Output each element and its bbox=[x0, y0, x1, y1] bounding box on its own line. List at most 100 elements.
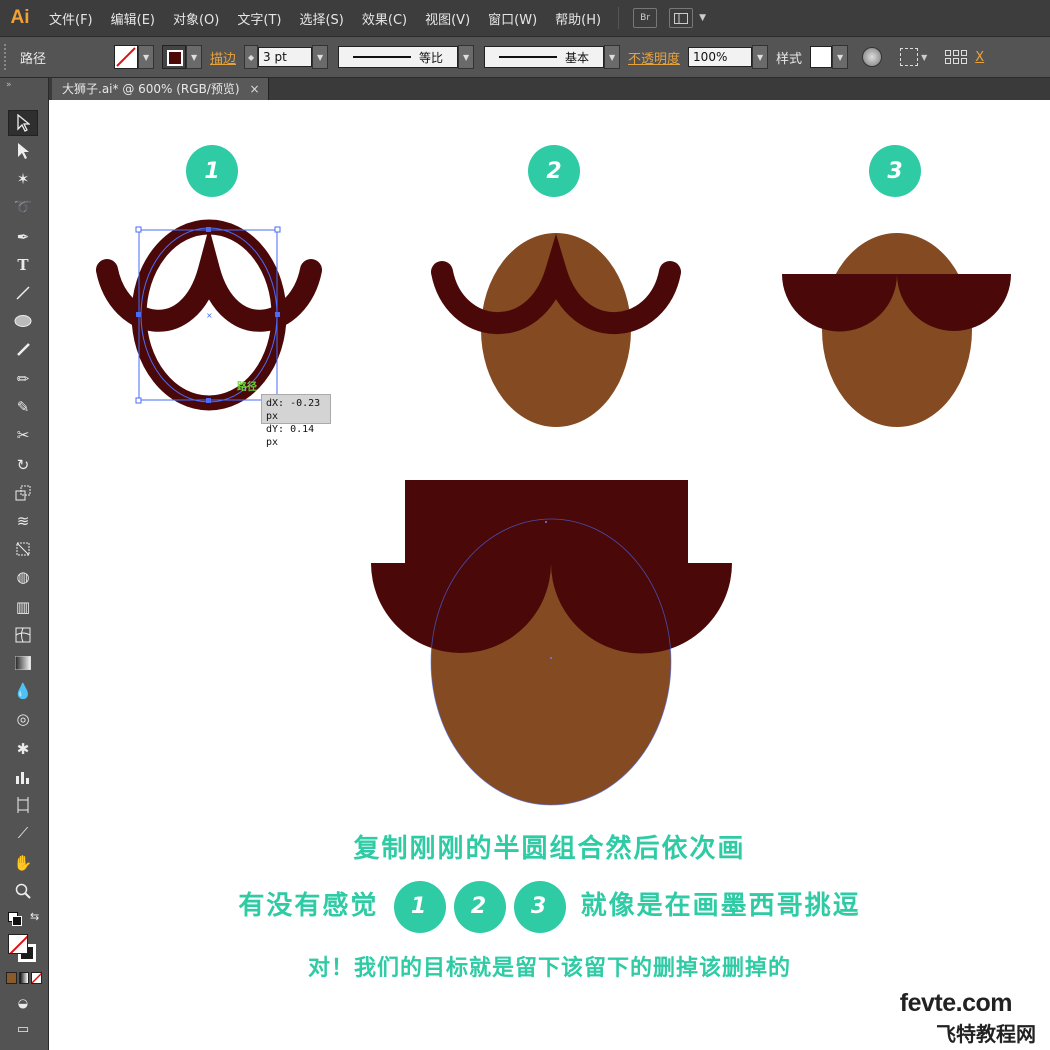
blend-tool-icon[interactable]: ◎ bbox=[8, 706, 38, 732]
inline-badge-3: 3 bbox=[513, 880, 566, 933]
caption-line-2-prefix: 有没有感觉 bbox=[238, 891, 379, 921]
brush-label: 基本 bbox=[565, 50, 590, 65]
hat-figure[interactable] bbox=[371, 480, 732, 806]
x-coordinate-label[interactable]: X bbox=[975, 50, 984, 65]
chevron-down-icon[interactable]: ▼ bbox=[699, 13, 706, 23]
symbol-sprayer-tool-icon[interactable]: ✱ bbox=[8, 736, 38, 762]
color-mode-buttons[interactable] bbox=[6, 972, 43, 984]
document-tab[interactable]: 大狮子.ai* @ 600% (RGB/预览) × bbox=[52, 78, 269, 100]
selection-type-label: 路径 bbox=[20, 51, 47, 67]
width-tool-icon[interactable]: ≋ bbox=[8, 508, 38, 534]
profile-label: 等比 bbox=[419, 50, 444, 65]
menu-select[interactable]: 选择(S) bbox=[290, 9, 352, 28]
graphic-style-swatch[interactable] bbox=[810, 46, 833, 68]
tools-panel: » ✶ ➰ ✒ T ✏ ✎ ✂ ↻ ≋ ◍ ▥ 💧 ◎ ✱ ⟋ ✋ ⇆ ◒ ▭ bbox=[0, 78, 49, 1050]
stroke-weight-input[interactable]: 3 pt bbox=[258, 47, 313, 67]
menu-edit[interactable]: 编辑(E) bbox=[102, 9, 164, 28]
type-tool-icon[interactable]: T bbox=[8, 252, 38, 278]
arrange-documents-icon bbox=[674, 12, 689, 24]
document-tab-title: 大狮子.ai* @ 600% (RGB/预览) bbox=[62, 82, 240, 96]
delta-x-label: dX: -0.23 px bbox=[266, 398, 321, 422]
gradient-icon[interactable] bbox=[18, 972, 30, 984]
menu-file[interactable]: 文件(F) bbox=[40, 9, 102, 28]
column-graph-tool-icon[interactable] bbox=[8, 764, 38, 790]
artboard-canvas[interactable]: 1 2 3 × 路径 dX: -0.23 px dY: 0.14 px 复制刚刚… bbox=[49, 100, 1050, 1050]
stroke-swatch[interactable] bbox=[162, 45, 187, 69]
none-icon[interactable] bbox=[31, 972, 43, 984]
ellipse-tool-icon[interactable] bbox=[8, 308, 38, 334]
fill-dropdown[interactable]: ▼ bbox=[138, 45, 155, 69]
delta-y-label: dY: 0.14 px bbox=[266, 424, 315, 448]
paintbrush-tool-icon[interactable] bbox=[8, 336, 38, 362]
brush-definition[interactable]: 基本 bbox=[484, 46, 605, 68]
eyedropper-tool-icon[interactable]: 💧 bbox=[8, 678, 38, 704]
color-icon[interactable] bbox=[6, 972, 17, 984]
line-tool-icon[interactable] bbox=[8, 280, 38, 306]
pen-tool-icon[interactable]: ✒ bbox=[8, 224, 38, 250]
inline-badge-1: 1 bbox=[393, 880, 446, 933]
screen-mode-icon[interactable]: ▭ bbox=[8, 1016, 38, 1042]
gradient-tool-icon[interactable] bbox=[8, 650, 38, 676]
lasso-tool-icon[interactable]: ➰ bbox=[8, 194, 38, 220]
bridge-button[interactable]: Br bbox=[633, 8, 658, 28]
stroke-dropdown[interactable]: ▼ bbox=[186, 45, 203, 69]
artboard-tool-icon[interactable] bbox=[8, 792, 38, 818]
magic-wand-tool-icon[interactable]: ✶ bbox=[8, 166, 38, 192]
scale-tool-icon[interactable] bbox=[8, 480, 38, 506]
fill-stroke-indicator[interactable] bbox=[6, 932, 42, 966]
variable-width-profile[interactable]: 等比 bbox=[338, 46, 459, 68]
isolate-group-icon[interactable] bbox=[900, 48, 919, 66]
menu-help[interactable]: 帮助(H) bbox=[546, 9, 610, 28]
slice-tool-icon[interactable]: ⟋ bbox=[8, 820, 38, 846]
menu-separator bbox=[618, 7, 620, 29]
step2-artwork[interactable] bbox=[431, 233, 681, 427]
menu-window[interactable]: 窗口(W) bbox=[479, 9, 546, 28]
hand-tool-icon[interactable]: ✋ bbox=[8, 850, 38, 876]
menu-bar: Ai 文件(F) 编辑(E) 对象(O) 文字(T) 选择(S) 效果(C) 视… bbox=[0, 0, 1050, 36]
stroke-label[interactable]: 描边 bbox=[210, 48, 236, 67]
pencil-tool-icon[interactable]: ✏ bbox=[8, 366, 38, 392]
stroke-weight-stepper[interactable]: ◆ bbox=[244, 45, 259, 69]
stroke-color-icon bbox=[167, 50, 184, 66]
brush-dropdown[interactable]: ▼ bbox=[604, 45, 621, 69]
direct-selection-tool-icon[interactable] bbox=[8, 138, 38, 164]
selection-tool-icon[interactable] bbox=[8, 110, 38, 136]
step1-artwork[interactable]: × bbox=[96, 219, 322, 411]
collapse-panel-icon[interactable]: » bbox=[6, 80, 12, 90]
menu-object[interactable]: 对象(O) bbox=[164, 9, 228, 28]
app-logo: Ai bbox=[10, 7, 30, 28]
scissors-tool-icon[interactable]: ✂ bbox=[8, 422, 38, 448]
document-tab-bar: 大狮子.ai* @ 600% (RGB/预览) × bbox=[48, 78, 1050, 100]
recolor-artwork-icon[interactable] bbox=[862, 47, 883, 67]
shape-builder-tool-icon[interactable]: ◍ bbox=[8, 564, 38, 590]
step3-artwork[interactable] bbox=[782, 233, 1011, 427]
style-label: 样式 bbox=[776, 51, 803, 67]
arrange-documents-button[interactable] bbox=[669, 8, 694, 28]
swap-colors-icon[interactable]: ⇆ bbox=[30, 910, 39, 923]
svg-text:×: × bbox=[206, 311, 213, 320]
chevron-down-icon[interactable]: ▼ bbox=[921, 53, 927, 62]
opacity-input[interactable]: 100% bbox=[688, 47, 753, 67]
free-transform-tool-icon[interactable] bbox=[8, 536, 38, 562]
opacity-dropdown[interactable]: ▼ bbox=[752, 45, 769, 69]
blob-brush-tool-icon[interactable]: ✎ bbox=[8, 394, 38, 420]
menu-type[interactable]: 文字(T) bbox=[228, 9, 290, 28]
mesh-tool-icon[interactable] bbox=[8, 622, 38, 648]
panel-grip[interactable] bbox=[4, 44, 12, 70]
stroke-weight-dropdown[interactable]: ▼ bbox=[312, 45, 329, 69]
opacity-label[interactable]: 不透明度 bbox=[628, 48, 680, 67]
default-colors-icon[interactable]: ⇆ bbox=[6, 910, 42, 928]
perspective-grid-tool-icon[interactable]: ▥ bbox=[8, 594, 38, 620]
drawing-mode-icon[interactable]: ◒ bbox=[8, 990, 38, 1016]
rotate-tool-icon[interactable]: ↻ bbox=[8, 452, 38, 478]
menu-view[interactable]: 视图(V) bbox=[416, 9, 479, 28]
profile-dropdown[interactable]: ▼ bbox=[458, 45, 475, 69]
fill-indicator-icon bbox=[8, 934, 28, 954]
align-grid-icon[interactable] bbox=[945, 50, 968, 64]
close-icon[interactable]: × bbox=[249, 78, 259, 100]
style-dropdown[interactable]: ▼ bbox=[832, 45, 849, 69]
zoom-tool-icon[interactable] bbox=[8, 878, 38, 904]
fill-swatch[interactable] bbox=[114, 45, 139, 69]
caption-line-1: 复制刚刚的半圆组合然后依次画 bbox=[353, 834, 746, 864]
menu-effect[interactable]: 效果(C) bbox=[353, 9, 416, 28]
